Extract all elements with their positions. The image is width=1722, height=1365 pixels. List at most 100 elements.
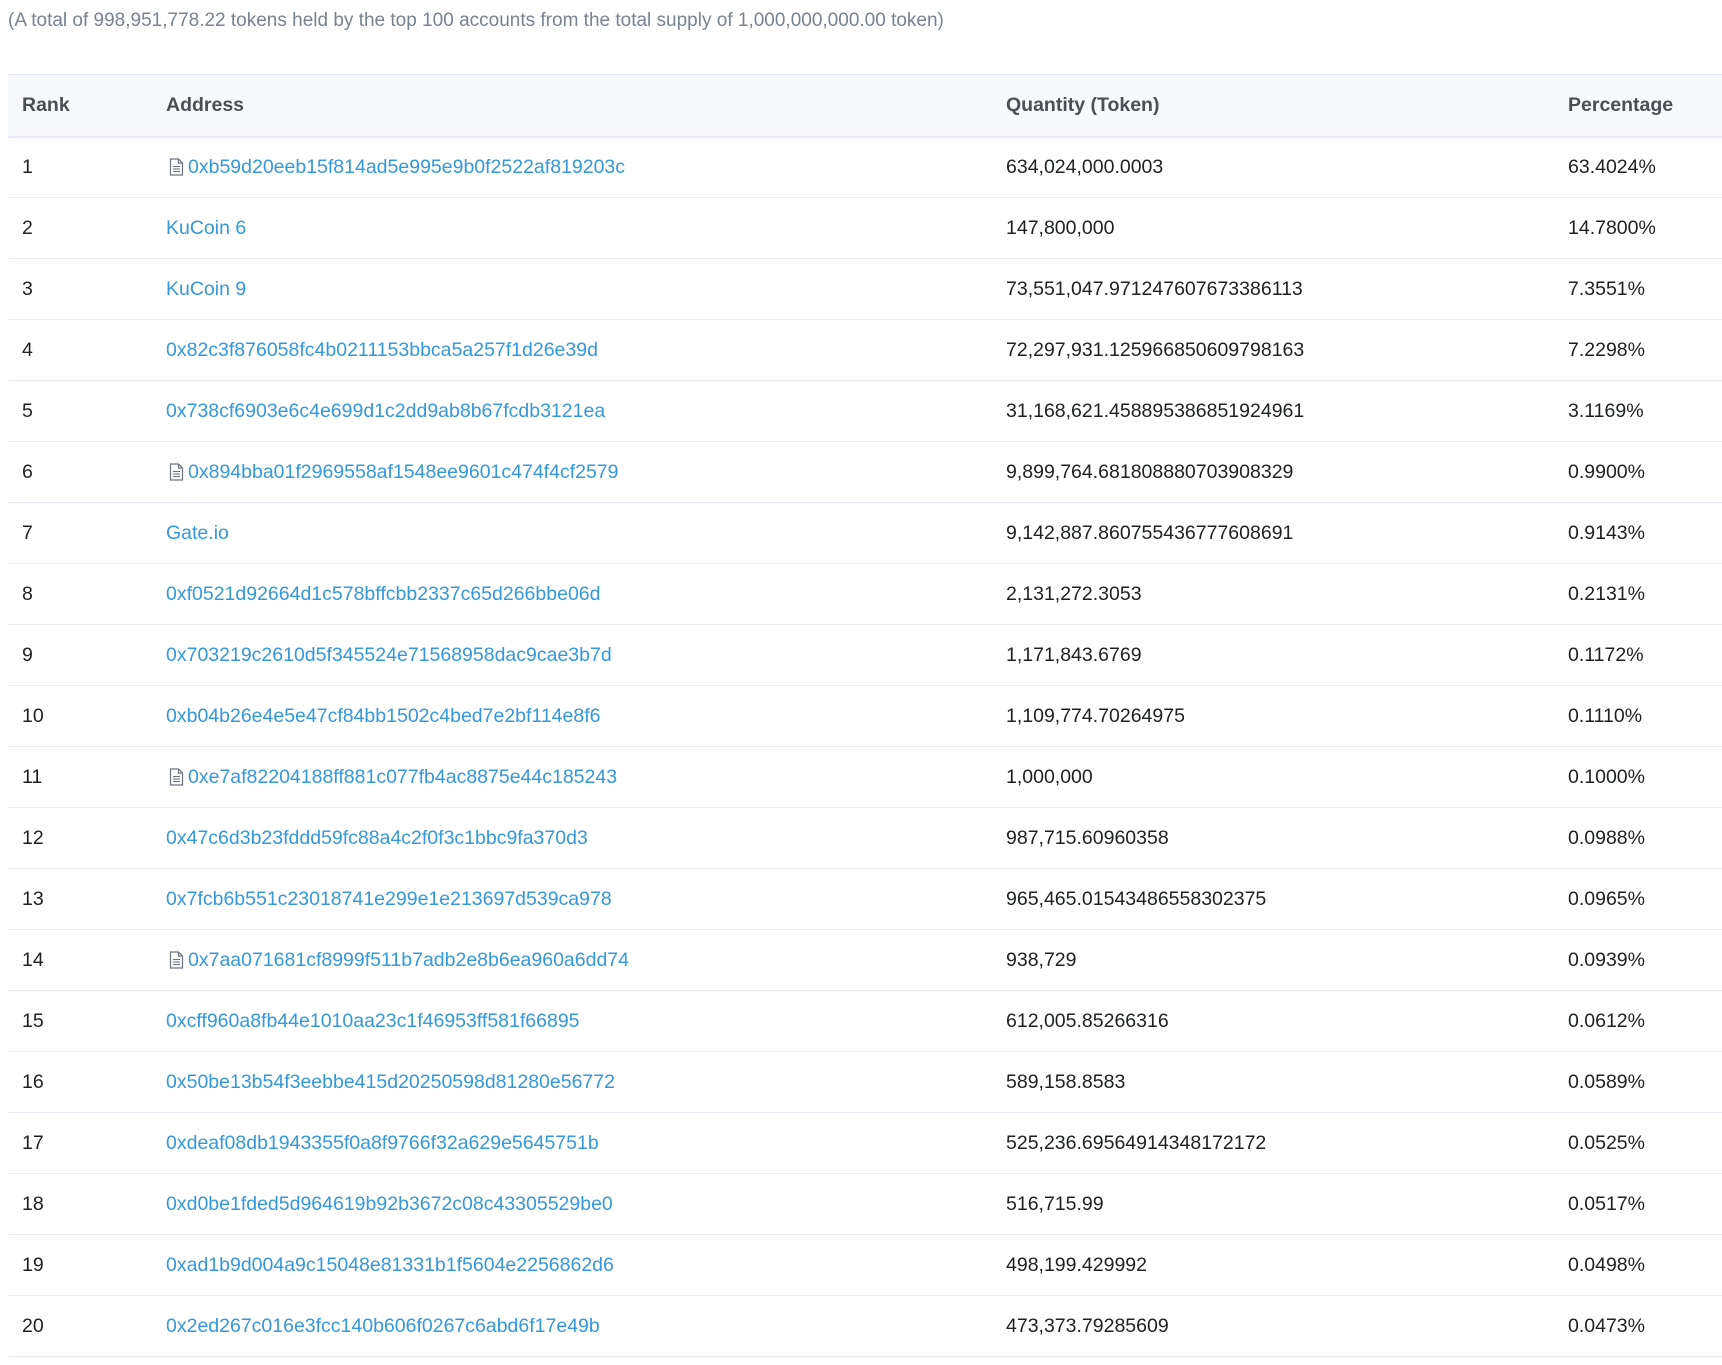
address-link[interactable]: 0x82c3f876058fc4b0211153bbca5a257f1d26e3… — [166, 339, 598, 362]
percentage-cell: 0.0988% — [1568, 826, 1645, 849]
table-row: 11 0xe7af82204188ff881c077fb4ac8875e44c1… — [8, 747, 1722, 808]
address-link[interactable]: 0xdeaf08db1943355f0a8f9766f32a629e564575… — [166, 1132, 599, 1155]
percentage-cell: 14.7800% — [1568, 216, 1656, 239]
rank-cell: 15 — [22, 1009, 44, 1032]
table-row: 3 KuCoin 9 73,551,047.971247607673386113… — [8, 259, 1722, 320]
percentage-cell: 0.9900% — [1568, 460, 1645, 483]
holders-summary: (A total of 998,951,778.22 tokens held b… — [8, 10, 944, 31]
rank-cell: 13 — [22, 887, 44, 910]
table-row: 16 0x50be13b54f3eebbe415d20250598d81280e… — [8, 1052, 1722, 1113]
header-quantity: Quantity (Token) — [992, 74, 1554, 138]
quantity-cell: 72,297,931.125966850609798163 — [1006, 338, 1305, 361]
address-cell: 0x50be13b54f3eebbe415d20250598d81280e567… — [166, 1071, 992, 1094]
rank-cell: 10 — [22, 704, 44, 727]
address-link[interactable]: 0x7aa071681cf8999f511b7adb2e8b6ea960a6dd… — [188, 949, 629, 972]
percentage-cell: 0.0473% — [1568, 1314, 1645, 1337]
address-link[interactable]: 0x2ed267c016e3fcc140b606f0267c6abd6f17e4… — [166, 1315, 600, 1338]
address-link[interactable]: 0x7fcb6b551c23018741e299e1e213697d539ca9… — [166, 888, 612, 911]
table-row: 2 KuCoin 6 147,800,000 14.7800% — [8, 198, 1722, 259]
address-link[interactable]: KuCoin 6 — [166, 217, 246, 240]
address-link[interactable]: 0x50be13b54f3eebbe415d20250598d81280e567… — [166, 1071, 615, 1094]
quantity-cell: 73,551,047.971247607673386113 — [1006, 277, 1303, 300]
address-cell: 0x7fcb6b551c23018741e299e1e213697d539ca9… — [166, 888, 992, 911]
table-row: 1 0xb59d20eeb15f814ad5e995e9b0f2522af819… — [8, 137, 1722, 198]
table-row: 4 0x82c3f876058fc4b0211153bbca5a257f1d26… — [8, 320, 1722, 381]
table-body: 1 0xb59d20eeb15f814ad5e995e9b0f2522af819… — [8, 137, 1722, 1357]
percentage-cell: 0.1172% — [1568, 643, 1644, 666]
address-cell: 0x738cf6903e6c4e699d1c2dd9ab8b67fcdb3121… — [166, 400, 992, 423]
address-cell: 0xdeaf08db1943355f0a8f9766f32a629e564575… — [166, 1132, 992, 1155]
quantity-cell: 1,000,000 — [1006, 765, 1093, 788]
quantity-cell: 31,168,621.458895386851924961 — [1006, 399, 1305, 422]
header-percentage: Percentage — [1554, 74, 1722, 138]
contract-file-icon — [166, 157, 186, 177]
percentage-cell: 63.4024% — [1568, 155, 1656, 178]
rank-cell: 20 — [22, 1314, 44, 1337]
rank-cell: 18 — [22, 1192, 44, 1215]
address-link[interactable]: 0xcff960a8fb44e1010aa23c1f46953ff581f668… — [166, 1010, 580, 1033]
table-row: 10 0xb04b26e4e5e47cf84bb1502c4bed7e2bf11… — [8, 686, 1722, 747]
address-cell: 0x703219c2610d5f345524e71568958dac9cae3b… — [166, 644, 992, 667]
address-cell: 0xf0521d92664d1c578bffcbb2337c65d266bbe0… — [166, 583, 992, 606]
table-row: 7 Gate.io 9,142,887.860755436777608691 0… — [8, 503, 1722, 564]
rank-cell: 6 — [22, 460, 33, 483]
percentage-cell: 0.0498% — [1568, 1253, 1645, 1276]
address-link[interactable]: Gate.io — [166, 522, 229, 545]
percentage-cell: 0.2131% — [1568, 582, 1645, 605]
quantity-cell: 9,899,764.681808880703908329 — [1006, 460, 1294, 483]
address-link[interactable]: 0xad1b9d004a9c15048e81331b1f5604e2256862… — [166, 1254, 614, 1277]
address-link[interactable]: 0xe7af82204188ff881c077fb4ac8875e44c1852… — [188, 766, 617, 789]
rank-cell: 1 — [22, 155, 33, 178]
contract-file-icon — [166, 767, 186, 787]
percentage-cell: 0.0525% — [1568, 1131, 1645, 1154]
table-row: 20 0x2ed267c016e3fcc140b606f0267c6abd6f1… — [8, 1296, 1722, 1357]
table-row: 8 0xf0521d92664d1c578bffcbb2337c65d266bb… — [8, 564, 1722, 625]
address-cell: 0x47c6d3b23fddd59fc88a4c2f0f3c1bbc9fa370… — [166, 827, 992, 850]
contract-file-icon — [166, 462, 186, 482]
quantity-cell: 473,373.79285609 — [1006, 1314, 1169, 1337]
address-link[interactable]: 0xd0be1fded5d964619b92b3672c08c43305529b… — [166, 1193, 613, 1216]
address-cell: 0xcff960a8fb44e1010aa23c1f46953ff581f668… — [166, 1010, 992, 1033]
quantity-cell: 9,142,887.860755436777608691 — [1006, 521, 1294, 544]
quantity-cell: 965,465.01543486558302375 — [1006, 887, 1267, 910]
address-cell: 0x7aa071681cf8999f511b7adb2e8b6ea960a6dd… — [166, 949, 992, 972]
address-cell: 0x894bba01f2969558af1548ee9601c474f4cf25… — [166, 461, 992, 484]
percentage-cell: 7.3551% — [1568, 277, 1645, 300]
address-cell: 0xd0be1fded5d964619b92b3672c08c43305529b… — [166, 1193, 992, 1216]
address-cell: Gate.io — [166, 522, 992, 545]
rank-cell: 8 — [22, 582, 33, 605]
percentage-cell: 7.2298% — [1568, 338, 1645, 361]
address-cell: 0xb59d20eeb15f814ad5e995e9b0f2522af81920… — [166, 156, 992, 179]
quantity-cell: 516,715.99 — [1006, 1192, 1104, 1215]
percentage-cell: 0.0965% — [1568, 887, 1645, 910]
percentage-cell: 0.0939% — [1568, 948, 1645, 971]
address-link[interactable]: 0xb04b26e4e5e47cf84bb1502c4bed7e2bf114e8… — [166, 705, 600, 728]
quantity-cell: 525,236.69564914348172172 — [1006, 1131, 1267, 1154]
rank-cell: 19 — [22, 1253, 44, 1276]
rank-cell: 4 — [22, 338, 33, 361]
rank-cell: 7 — [22, 521, 33, 544]
table-row: 13 0x7fcb6b551c23018741e299e1e213697d539… — [8, 869, 1722, 930]
table-row: 14 0x7aa071681cf8999f511b7adb2e8b6ea960a… — [8, 930, 1722, 991]
address-link[interactable]: 0x738cf6903e6c4e699d1c2dd9ab8b67fcdb3121… — [166, 400, 605, 423]
header-rank: Rank — [8, 74, 152, 138]
address-link[interactable]: 0x47c6d3b23fddd59fc88a4c2f0f3c1bbc9fa370… — [166, 827, 588, 850]
address-link[interactable]: 0x703219c2610d5f345524e71568958dac9cae3b… — [166, 644, 612, 667]
percentage-cell: 0.0589% — [1568, 1070, 1645, 1093]
address-link[interactable]: KuCoin 9 — [166, 278, 246, 301]
address-link[interactable]: 0xb59d20eeb15f814ad5e995e9b0f2522af81920… — [188, 156, 625, 179]
address-link[interactable]: 0x894bba01f2969558af1548ee9601c474f4cf25… — [188, 461, 619, 484]
address-link[interactable]: 0xf0521d92664d1c578bffcbb2337c65d266bbe0… — [166, 583, 600, 606]
quantity-cell: 2,131,272.3053 — [1006, 582, 1142, 605]
address-cell: KuCoin 9 — [166, 278, 992, 301]
quantity-cell: 938,729 — [1006, 948, 1077, 971]
address-cell: KuCoin 6 — [166, 217, 992, 240]
rank-cell: 17 — [22, 1131, 44, 1154]
table-row: 5 0x738cf6903e6c4e699d1c2dd9ab8b67fcdb31… — [8, 381, 1722, 442]
quantity-cell: 987,715.60960358 — [1006, 826, 1169, 849]
rank-cell: 14 — [22, 948, 44, 971]
rank-cell: 16 — [22, 1070, 44, 1093]
rank-cell: 11 — [22, 765, 43, 788]
header-address: Address — [152, 74, 992, 138]
percentage-cell: 0.1000% — [1568, 765, 1645, 788]
